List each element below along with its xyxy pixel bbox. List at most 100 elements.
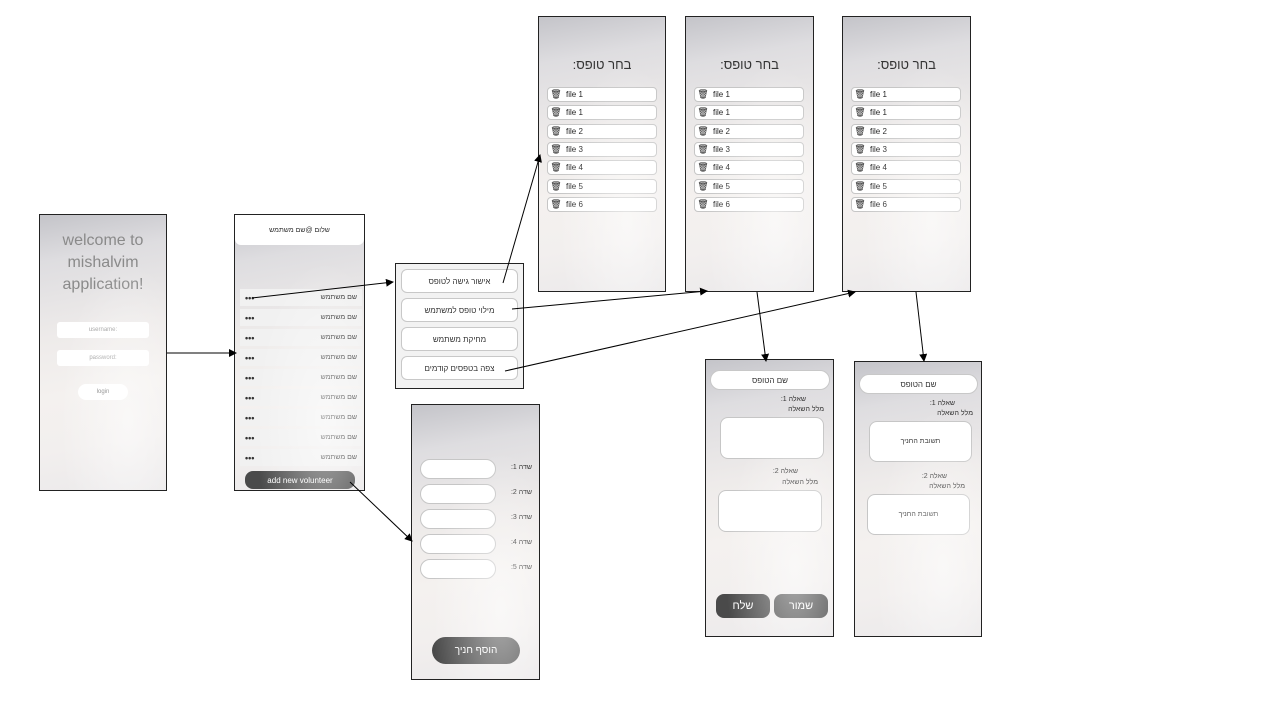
- trash-icon[interactable]: 🗑: [697, 199, 709, 210]
- more-dots-icon[interactable]: •••: [245, 313, 254, 323]
- student-field-row: שדה 2:: [420, 484, 532, 504]
- file-item[interactable]: 🗑 file 1: [851, 105, 961, 121]
- student-field-input[interactable]: [420, 534, 496, 554]
- trash-icon[interactable]: 🗑: [697, 181, 709, 192]
- student-field-label: שדה 1:: [510, 464, 532, 471]
- trash-icon[interactable]: 🗑: [550, 107, 562, 118]
- file-item[interactable]: 🗑 file 5: [547, 178, 657, 194]
- volunteer-name: שם משתמש: [320, 314, 357, 321]
- answer-2-input[interactable]: [718, 490, 822, 532]
- trash-icon[interactable]: 🗑: [550, 144, 562, 155]
- more-dots-icon[interactable]: •••: [245, 393, 254, 403]
- student-field-input[interactable]: [420, 459, 496, 479]
- trash-icon[interactable]: 🗑: [854, 89, 866, 100]
- student-field-label: שדה 4:: [510, 539, 532, 546]
- file-item[interactable]: 🗑 file 3: [851, 141, 961, 157]
- file-item[interactable]: 🗑 file 1: [851, 87, 961, 102]
- add-volunteer-button[interactable]: add new volunteer: [245, 471, 355, 489]
- volunteer-name: שם משתמש: [320, 374, 357, 381]
- student-field-row: שדה 3:: [420, 509, 532, 529]
- more-dots-icon[interactable]: •••: [245, 293, 254, 303]
- file-item[interactable]: 🗑 file 2: [547, 123, 657, 139]
- file-item[interactable]: 🗑 file 1: [547, 105, 657, 121]
- volunteer-row[interactable]: ••• שם משתמש: [240, 309, 362, 326]
- trash-icon[interactable]: 🗑: [550, 126, 562, 137]
- trash-icon[interactable]: 🗑: [550, 89, 562, 100]
- username-field[interactable]: username:: [57, 322, 149, 338]
- trash-icon[interactable]: 🗑: [550, 162, 562, 173]
- answer-1-box: תשובת החניך: [869, 421, 972, 462]
- file-item[interactable]: 🗑 file 5: [851, 178, 961, 194]
- question-1-body: מלל השאלה: [937, 410, 973, 417]
- add-student-label: הוסף חניך: [454, 645, 498, 656]
- more-dots-icon[interactable]: •••: [245, 353, 254, 363]
- student-field-label: שדה 3:: [510, 514, 532, 521]
- add-student-button[interactable]: הוסף חניך: [432, 637, 520, 664]
- trash-icon[interactable]: 🗑: [697, 89, 709, 100]
- password-field[interactable]: password:: [57, 350, 149, 366]
- more-dots-icon[interactable]: •••: [245, 433, 254, 443]
- file-item[interactable]: 🗑 file 4: [547, 160, 657, 176]
- arrow-files-3-to-form-view: [915, 291, 928, 362]
- trash-icon[interactable]: 🗑: [854, 126, 866, 137]
- menu-item-label: מחיקת משתמש: [432, 334, 487, 344]
- more-dots-icon[interactable]: •••: [245, 373, 254, 383]
- more-dots-icon[interactable]: •••: [245, 453, 254, 463]
- volunteer-name: שם משתמש: [320, 334, 357, 341]
- volunteer-row[interactable]: ••• שם משתמש: [240, 429, 362, 446]
- form-name-header: שם הטופס: [859, 374, 978, 394]
- trash-icon[interactable]: 🗑: [550, 181, 562, 192]
- file-name: file 1: [870, 90, 887, 99]
- file-item[interactable]: 🗑 file 2: [694, 123, 804, 139]
- file-item[interactable]: 🗑 file 3: [547, 141, 657, 157]
- password-placeholder: password:: [89, 355, 117, 361]
- file-item[interactable]: 🗑 file 1: [694, 105, 804, 121]
- menu-item[interactable]: אישור גישה לטופס: [401, 269, 518, 293]
- trash-icon[interactable]: 🗑: [697, 107, 709, 118]
- file-item[interactable]: 🗑 file 1: [694, 87, 804, 102]
- greeting-text: שלום @שם משתמש: [269, 226, 330, 234]
- file-item[interactable]: 🗑 file 6: [851, 196, 961, 212]
- file-item[interactable]: 🗑 file 6: [547, 196, 657, 212]
- volunteers-screen: שלום @שם משתמש ••• שם משתמש ••• שם משתמש •••…: [234, 214, 365, 491]
- file-item[interactable]: 🗑 file 4: [851, 160, 961, 176]
- file-item[interactable]: 🗑 file 6: [694, 196, 804, 212]
- file-item[interactable]: 🗑 file 4: [694, 160, 804, 176]
- student-field-input[interactable]: [420, 559, 496, 579]
- trash-icon[interactable]: 🗑: [854, 144, 866, 155]
- file-name: file 6: [870, 199, 887, 209]
- save-button[interactable]: שמור: [774, 594, 828, 618]
- volunteer-row[interactable]: ••• שם משתמש: [240, 369, 362, 386]
- volunteer-row[interactable]: ••• שם משתמש: [240, 449, 362, 466]
- trash-icon[interactable]: 🗑: [854, 199, 866, 210]
- file-item[interactable]: 🗑 file 5: [694, 178, 804, 194]
- file-item[interactable]: 🗑 file 2: [851, 123, 961, 139]
- volunteer-row[interactable]: ••• שם משתמש: [240, 289, 362, 306]
- file-item[interactable]: 🗑 file 3: [694, 141, 804, 157]
- actions-menu: אישור גישה לטופס מילוי טופס למשתמש מחיקת מ…: [395, 263, 524, 389]
- trash-icon[interactable]: 🗑: [697, 126, 709, 137]
- file-item[interactable]: 🗑 file 1: [547, 87, 657, 102]
- send-button[interactable]: שלח: [716, 594, 770, 618]
- student-field-input[interactable]: [420, 509, 496, 529]
- menu-item[interactable]: מחיקת משתמש: [401, 327, 518, 351]
- volunteer-row[interactable]: ••• שם משתמש: [240, 349, 362, 366]
- login-label: login: [96, 389, 110, 395]
- student-field-input[interactable]: [420, 484, 496, 504]
- trash-icon[interactable]: 🗑: [550, 199, 562, 210]
- answer-1-input[interactable]: [720, 417, 824, 459]
- volunteer-row[interactable]: ••• שם משתמש: [240, 329, 362, 346]
- student-field-label: שדה 2:: [510, 489, 532, 496]
- volunteer-row[interactable]: ••• שם משתמש: [240, 409, 362, 426]
- trash-icon[interactable]: 🗑: [697, 162, 709, 173]
- menu-item[interactable]: מילוי טופס למשתמש: [401, 298, 518, 322]
- trash-icon[interactable]: 🗑: [854, 181, 866, 192]
- more-dots-icon[interactable]: •••: [245, 413, 254, 423]
- more-dots-icon[interactable]: •••: [245, 333, 254, 343]
- menu-item[interactable]: צפה בטפסים קודמים: [401, 356, 518, 380]
- volunteer-row[interactable]: ••• שם משתמש: [240, 389, 362, 406]
- trash-icon[interactable]: 🗑: [854, 162, 866, 173]
- trash-icon[interactable]: 🗑: [854, 107, 866, 118]
- login-button[interactable]: login: [78, 384, 128, 400]
- trash-icon[interactable]: 🗑: [697, 144, 709, 155]
